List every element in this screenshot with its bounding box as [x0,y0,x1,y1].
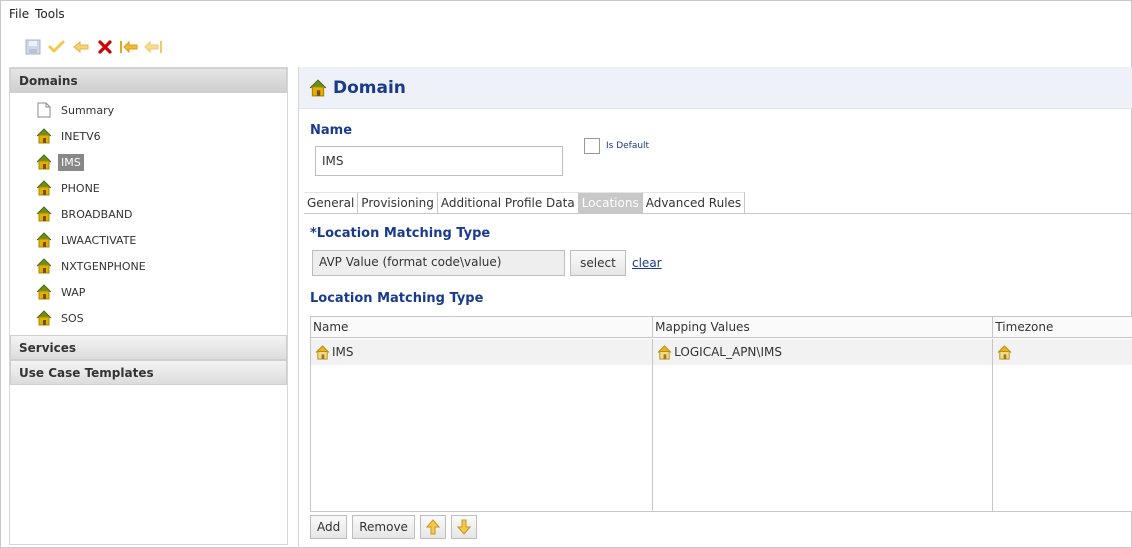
house-icon [36,258,52,274]
column-header-mapping-values[interactable]: Mapping Values [653,317,994,337]
tree-item-label: PHONE [61,181,100,195]
table-actions: Add Remove [310,515,477,539]
menu-bar: File Tools [9,7,65,25]
navigation-panel: Domains Summary INETV6 IMS PHONE BROADBA… [9,67,288,545]
name-label: Name [310,123,353,138]
tree-item-label: WAP [61,285,86,299]
tree-item-phone[interactable]: PHONE [10,175,287,201]
tab-locations[interactable]: Locations [578,192,643,214]
section-services[interactable]: Services [10,335,287,360]
column-name: IMS [311,339,654,512]
tab-general[interactable]: General [304,192,359,214]
toolbar [23,36,163,58]
select-button[interactable]: select [570,250,626,276]
tree-item-wap[interactable]: WAP [10,279,287,305]
tree-item-ims[interactable]: IMS [10,149,287,175]
editor-header: Domain [299,67,1132,109]
table-row[interactable]: LOGICAL_APN\IMS [653,339,993,365]
page-title: Domain [333,77,406,98]
check-icon [48,40,65,53]
house-icon [36,206,52,222]
location-table: Name Mapping Values Timezone IMS LOGICAL… [310,316,1132,512]
name-input[interactable] [315,146,563,176]
tab-divider [304,213,1132,214]
tree-item-label: LWAACTIVATE [61,233,137,247]
tab-additional-profile-data[interactable]: Additional Profile Data [437,192,579,214]
house-icon [36,154,52,170]
clear-link[interactable]: clear [632,256,662,270]
move-last-button[interactable] [143,37,163,57]
arrow-up-icon [425,519,440,535]
menu-file[interactable]: File [9,7,29,25]
tree-item-label: SOS [61,311,84,325]
menu-tools[interactable]: Tools [35,7,65,25]
row-mapping: LOGICAL_APN\IMS [674,345,782,359]
remove-button[interactable]: Remove [352,515,415,539]
tab-provisioning[interactable]: Provisioning [358,192,438,214]
move-first-icon [120,40,138,54]
house-icon [309,78,327,97]
tree-item-inetv6[interactable]: INETV6 [10,123,287,149]
section-use-case-templates[interactable]: Use Case Templates [10,360,287,385]
column-timezone [993,339,1132,512]
column-mapping-values: LOGICAL_APN\IMS [653,339,994,512]
column-header-timezone[interactable]: Timezone [993,317,1132,337]
domain-tree: Summary INETV6 IMS PHONE BROADBAND LWAAC… [10,93,287,335]
tree-item-label: NXTGENPHONE [61,259,146,273]
undo-button[interactable] [71,37,91,57]
move-first-button[interactable] [119,37,139,57]
tree-item-lwaactivate[interactable]: LWAACTIVATE [10,227,287,253]
table-row[interactable]: IMS [311,339,653,365]
delete-button[interactable] [95,37,115,57]
house-icon [36,284,52,300]
location-icon [997,344,1012,360]
move-down-button[interactable] [450,515,477,539]
domain-editor: Domain Name Is Default General Provision… [298,67,1132,548]
is-default-option: Is Default [584,138,649,154]
location-icon [657,344,672,360]
table-row[interactable] [993,339,1132,365]
tree-item-broadband[interactable]: BROADBAND [10,201,287,227]
house-icon [36,128,52,144]
section-domains[interactable]: Domains [10,68,287,93]
tree-item-summary[interactable]: Summary [10,97,287,123]
row-name: IMS [332,345,354,359]
save-icon [25,39,41,55]
tree-item-label: BROADBAND [61,207,133,221]
location-icon [315,344,330,360]
move-last-icon [144,40,162,54]
save-button[interactable] [23,37,43,57]
tab-advanced-rules[interactable]: Advanced Rules [642,192,746,214]
add-button[interactable]: Add [310,515,348,539]
location-matching-type-field: AVP Value (format code\value) [312,250,565,276]
location-table-label: Location Matching Type [310,291,484,306]
tab-bar: General Provisioning Additional Profile … [304,192,746,214]
undo-icon [73,40,89,54]
arrow-down-icon [456,519,471,535]
is-default-label: Is Default [606,141,650,151]
table-header: Name Mapping Values Timezone [311,317,1132,338]
apply-button[interactable] [47,37,67,57]
tree-item-label: INETV6 [61,129,101,143]
tree-item-nxtgenphone[interactable]: NXTGENPHONE [10,253,287,279]
application-window: File Tools Domains Summary INETV6 IMS PH… [0,0,1132,548]
tree-item-label: Summary [61,103,115,117]
house-icon [36,180,52,196]
location-matching-type-label: *Location Matching Type [310,226,491,241]
tree-item-sos[interactable]: SOS [10,305,287,331]
move-up-button[interactable] [419,515,446,539]
house-icon [36,232,52,248]
document-icon [36,102,52,118]
house-icon [36,310,52,326]
delete-icon [98,40,112,54]
is-default-checkbox[interactable] [584,138,600,154]
table-body: IMS LOGICAL_APN\IMS [311,339,1132,512]
column-header-name[interactable]: Name [311,317,654,337]
tree-item-label: IMS [58,153,84,171]
